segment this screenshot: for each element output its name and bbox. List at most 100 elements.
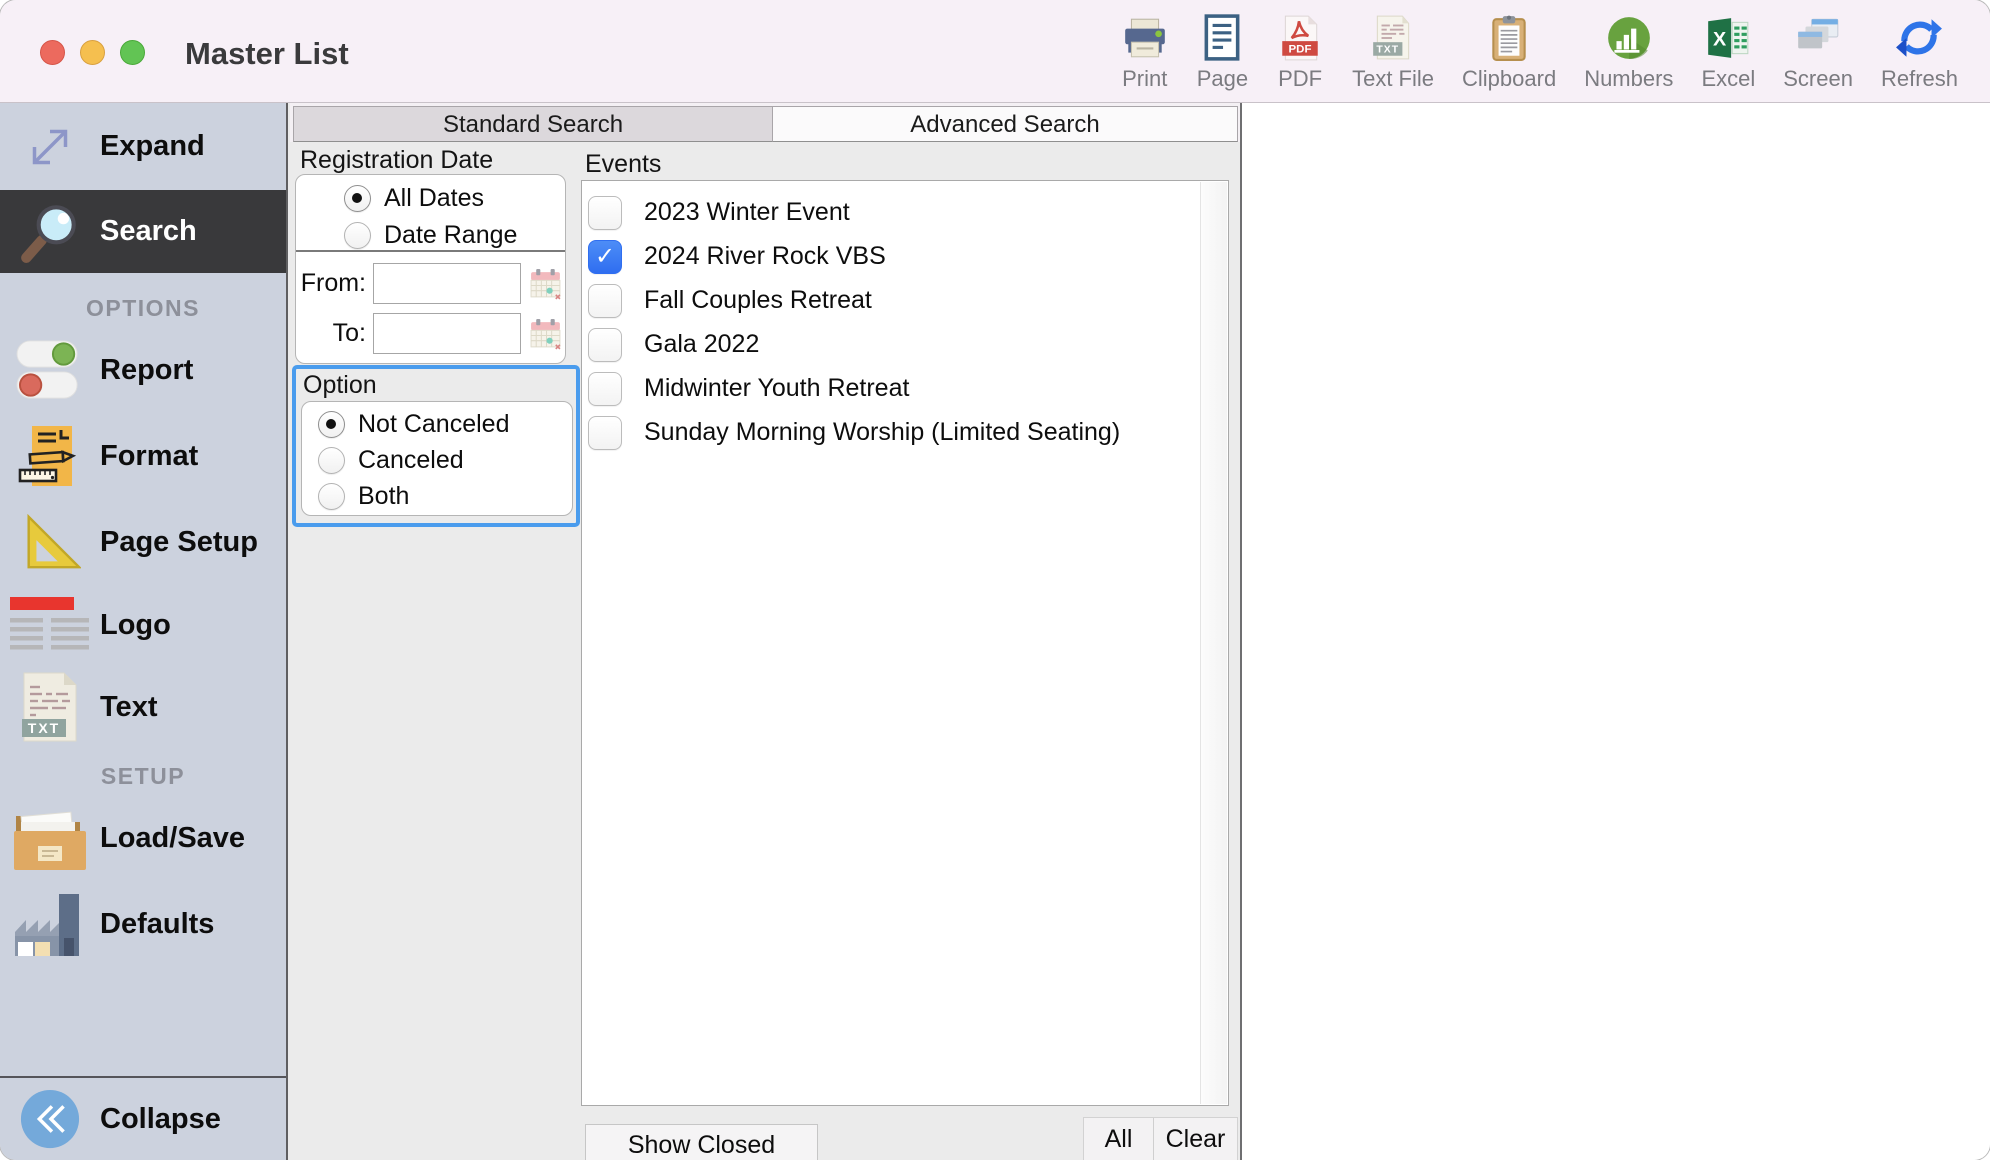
sidebar-item-report[interactable]: Report xyxy=(0,327,286,413)
factory-icon xyxy=(0,892,100,956)
event-row[interactable]: 2024 River Rock VBS xyxy=(588,234,886,279)
group-divider xyxy=(296,250,565,252)
radio-button[interactable] xyxy=(318,411,345,438)
export-toolbar: Print Page PDF xyxy=(1107,8,1972,100)
clear-selection-button[interactable]: Clear xyxy=(1154,1118,1237,1160)
event-checkbox[interactable] xyxy=(588,196,622,230)
sidebar-item-defaults[interactable]: Defaults xyxy=(0,881,286,967)
to-date-input[interactable] xyxy=(373,313,521,354)
search-panel: Standard Search Advanced Search Registra… xyxy=(290,103,1240,1160)
radio-label: Date Range xyxy=(384,221,517,250)
minimize-window-button[interactable] xyxy=(80,40,105,65)
sidebar-item-label: Defaults xyxy=(100,908,214,941)
event-checkbox[interactable] xyxy=(588,328,622,362)
radio-button[interactable] xyxy=(318,483,345,510)
sidebar-item-load-save[interactable]: Load/Save xyxy=(0,795,286,881)
event-checkbox[interactable] xyxy=(588,240,622,274)
event-row[interactable]: Fall Couples Retreat xyxy=(588,278,872,323)
tab-advanced-search[interactable]: Advanced Search xyxy=(773,106,1238,142)
event-checkbox[interactable] xyxy=(588,284,622,318)
txt-document-icon: TXT xyxy=(0,671,100,743)
event-label: Fall Couples Retreat xyxy=(644,286,872,315)
event-row[interactable]: Gala 2022 xyxy=(588,322,759,367)
event-row[interactable]: Midwinter Youth Retreat xyxy=(588,366,909,411)
printer-icon xyxy=(1121,14,1169,62)
events-label: Events xyxy=(585,150,661,179)
screen-windows-icon xyxy=(1794,14,1842,62)
radio-button[interactable] xyxy=(344,222,371,249)
refresh-arrows-icon xyxy=(1895,14,1943,62)
to-calendar-button[interactable] xyxy=(529,317,563,351)
select-all-button[interactable]: All xyxy=(1084,1118,1154,1160)
option-group-focus-ring: Option Not Canceled Canceled Both xyxy=(292,365,580,527)
sidebar-item-format[interactable]: Format xyxy=(0,413,286,499)
radio-label: Canceled xyxy=(358,446,464,475)
radio-not-canceled[interactable]: Not Canceled xyxy=(318,410,509,439)
event-checkbox[interactable] xyxy=(588,372,622,406)
sidebar-item-page-setup[interactable]: Page Setup xyxy=(0,499,286,585)
sidebar-spacer xyxy=(0,967,286,1076)
events-scrollbar[interactable] xyxy=(1200,182,1227,1104)
select-buttons-group: All Clear xyxy=(1083,1117,1238,1160)
page-button[interactable]: Page xyxy=(1183,8,1262,92)
from-calendar-button[interactable] xyxy=(529,267,563,301)
toolbar-item-label: Numbers xyxy=(1584,66,1673,92)
clipboard-button[interactable]: Clipboard xyxy=(1448,8,1570,92)
toggle-switches-icon xyxy=(0,339,100,401)
toolbar-item-label: Refresh xyxy=(1881,66,1958,92)
sidebar-item-label: Load/Save xyxy=(100,822,245,855)
sidebar-item-label: Logo xyxy=(100,609,171,642)
format-document-icon xyxy=(0,424,100,488)
pdf-button[interactable]: PDF PDF xyxy=(1262,8,1338,92)
event-label: Gala 2022 xyxy=(644,330,759,359)
events-list: 2023 Winter Event 2024 River Rock VBS Fa… xyxy=(581,180,1229,1106)
sidebar-item-collapse[interactable]: Collapse xyxy=(0,1078,286,1160)
excel-button[interactable]: X Excel xyxy=(1687,8,1769,92)
radio-canceled[interactable]: Canceled xyxy=(318,446,464,475)
svg-text:X: X xyxy=(1713,28,1727,50)
svg-text:TXT: TXT xyxy=(1376,45,1399,56)
results-area xyxy=(1240,103,1990,1160)
option-group: Not Canceled Canceled Both xyxy=(301,401,573,516)
event-label: 2024 River Rock VBS xyxy=(644,242,886,271)
radio-button[interactable] xyxy=(318,447,345,474)
event-row[interactable]: 2023 Winter Event xyxy=(588,190,850,235)
toolbar-item-label: Print xyxy=(1122,66,1167,92)
event-checkbox[interactable] xyxy=(588,416,622,450)
event-row[interactable]: Sunday Morning Worship (Limited Seating) xyxy=(588,410,1120,455)
zoom-window-button[interactable] xyxy=(120,40,145,65)
registration-date-group: All Dates Date Range From: xyxy=(295,174,566,364)
toolbar-item-label: Clipboard xyxy=(1462,66,1556,92)
print-button[interactable]: Print xyxy=(1107,8,1183,92)
registration-date-label: Registration Date xyxy=(300,146,493,175)
radio-label: Both xyxy=(358,482,409,511)
to-date-row: To: xyxy=(296,313,563,354)
toolbar-item-label: Text File xyxy=(1352,66,1434,92)
sidebar-item-logo[interactable]: Logo xyxy=(0,585,286,665)
radio-both[interactable]: Both xyxy=(318,482,409,511)
sidebar-item-text[interactable]: TXT Text xyxy=(0,665,286,749)
sidebar-item-label: Format xyxy=(100,440,198,473)
numbers-button[interactable]: Numbers xyxy=(1570,8,1687,92)
sidebar-item-expand[interactable]: Expand xyxy=(0,103,286,190)
screen-button[interactable]: Screen xyxy=(1769,8,1867,92)
sidebar-item-label: Collapse xyxy=(100,1103,221,1136)
show-closed-button[interactable]: Show Closed xyxy=(585,1124,818,1160)
window-title: Master List xyxy=(185,36,349,72)
page-icon xyxy=(1198,14,1246,62)
radio-label: Not Canceled xyxy=(358,410,509,439)
text-file-button[interactable]: TXT Text File xyxy=(1338,8,1448,92)
radio-all-dates[interactable]: All Dates xyxy=(344,184,484,213)
close-window-button[interactable] xyxy=(40,40,65,65)
radio-button[interactable] xyxy=(344,185,371,212)
expand-arrows-icon xyxy=(0,116,100,178)
tab-standard-search[interactable]: Standard Search xyxy=(293,106,773,142)
sidebar-item-search[interactable]: Search xyxy=(0,190,286,273)
open-folder-icon xyxy=(0,806,100,870)
event-label: 2023 Winter Event xyxy=(644,198,850,227)
event-label: Midwinter Youth Retreat xyxy=(644,374,909,403)
set-square-icon xyxy=(0,511,100,573)
from-date-input[interactable] xyxy=(373,263,521,304)
radio-date-range[interactable]: Date Range xyxy=(344,221,517,250)
refresh-button[interactable]: Refresh xyxy=(1867,8,1972,92)
